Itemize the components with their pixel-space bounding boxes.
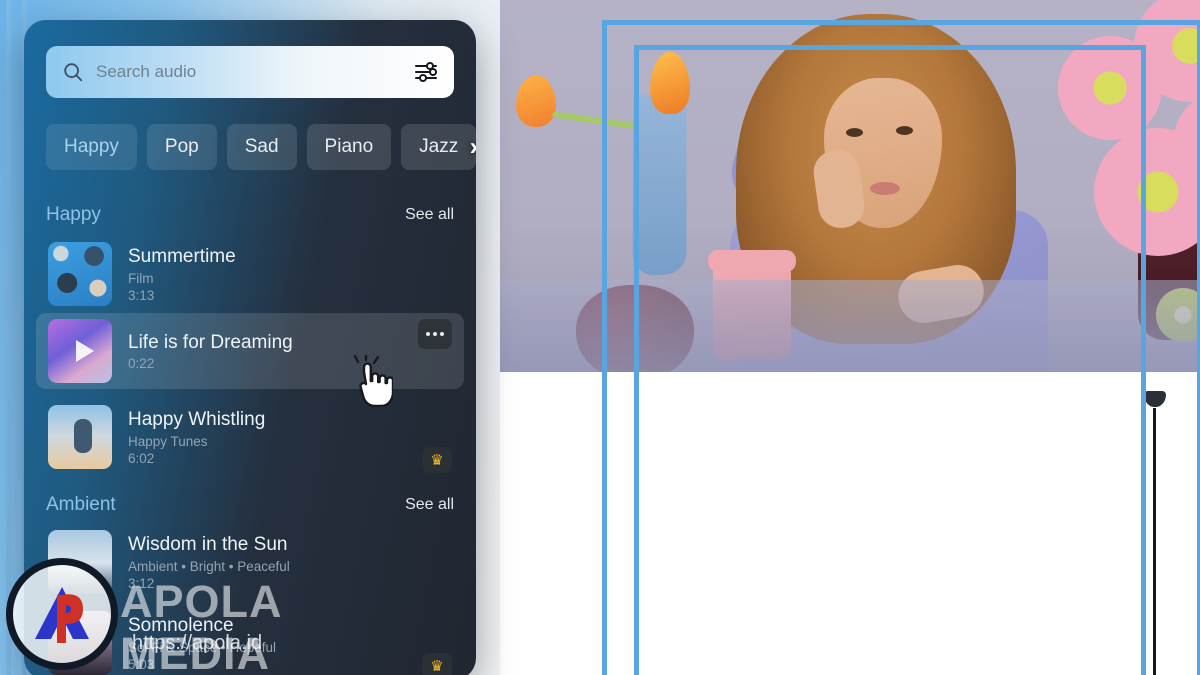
blue-vase [632, 93, 687, 277]
section-header-ambient: Ambient See all [46, 492, 454, 518]
track-thumbnail [48, 530, 112, 594]
glass-table-reflection [498, 280, 1200, 372]
search-icon [64, 63, 83, 82]
section-title: Happy [46, 204, 101, 225]
section-header-happy: Happy See all [46, 202, 454, 228]
filter-chip-sad[interactable]: Sad [226, 124, 297, 170]
track-thumbnail [48, 242, 112, 306]
track-thumbnail[interactable] [48, 319, 112, 383]
track-meta: Happy Whistling Happy Tunes 6:02 [128, 408, 422, 467]
track-title: Summertime [128, 245, 236, 267]
filter-chip-jazz[interactable]: Jazz [401, 124, 476, 170]
track-title: Life is for Dreaming [128, 331, 293, 353]
pink-jar-lid [708, 250, 796, 272]
play-icon[interactable] [76, 340, 94, 362]
track-row-life-is-for-dreaming[interactable]: Life is for Dreaming 0:22 [36, 313, 464, 389]
see-all-link-ambient[interactable]: See all [405, 496, 454, 514]
track-thumbnail [48, 405, 112, 469]
track-title: Happy Whistling [128, 408, 266, 430]
section-title: Ambient [46, 494, 116, 515]
track-title: Somnolence [128, 614, 234, 636]
search-bar[interactable] [46, 46, 454, 98]
playhead-line[interactable] [1153, 408, 1156, 675]
timeline-panel[interactable]: 22s [498, 386, 1200, 675]
model-eye-right [896, 126, 913, 135]
track-duration: 5:03 [128, 657, 155, 673]
preview-bottom-bar [498, 372, 1200, 386]
track-meta: Somnolence Sci-Fi & Space • Hopeful 5:03 [128, 614, 422, 673]
audio-library-panel[interactable]: Happy Pop Sad Piano Jazz Bi › Happy See … [24, 20, 476, 675]
filter-chip-row[interactable]: Happy Pop Sad Piano Jazz Bi › [46, 124, 476, 170]
filter-chip-pop[interactable]: Pop [146, 124, 217, 170]
track-duration: 3:12 [128, 576, 155, 592]
playhead-marker-icon[interactable] [1144, 391, 1166, 407]
see-all-link-happy[interactable]: See all [405, 206, 454, 224]
track-meta: Wisdom in the Sun Ambient • Bright • Pea… [128, 533, 452, 592]
crown-icon: ♛ [422, 447, 452, 473]
track-subtitle: Happy Tunes [128, 434, 208, 450]
track-duration: 6:02 [128, 451, 155, 467]
hand-pointer-cursor [353, 355, 393, 407]
track-subtitle: Ambient • Bright • Peaceful [128, 559, 290, 575]
video-preview-stage[interactable] [498, 0, 1200, 372]
track-thumbnail [48, 611, 112, 675]
chevron-right-icon[interactable]: › [470, 134, 476, 160]
track-row-somnolence[interactable]: Somnolence Sci-Fi & Space • Hopeful 5:03… [36, 605, 464, 675]
crown-icon: ♛ [422, 653, 452, 675]
filter-chip-piano[interactable]: Piano [306, 124, 392, 170]
model-lips [870, 182, 900, 195]
track-row-wisdom-in-the-sun[interactable]: Wisdom in the Sun Ambient • Bright • Pea… [36, 524, 464, 600]
filter-chip-happy[interactable]: Happy [46, 124, 137, 170]
track-subtitle: Film [128, 271, 154, 287]
ellipsis-icon[interactable] [418, 319, 452, 349]
track-duration: 3:13 [128, 288, 155, 304]
track-title: Wisdom in the Sun [128, 533, 288, 555]
track-subtitle: Sci-Fi & Space • Hopeful [128, 640, 277, 656]
track-row-happy-whistling[interactable]: Happy Whistling Happy Tunes 6:02 ♛ [36, 399, 464, 475]
model-eye-left [846, 128, 863, 137]
track-meta: Summertime Film 3:13 [128, 245, 452, 304]
sliders-filter-icon[interactable] [414, 61, 438, 83]
track-row-summertime[interactable]: Summertime Film 3:13 [36, 236, 464, 312]
search-input[interactable] [96, 62, 402, 82]
decorative-edge-line [6, 0, 11, 675]
